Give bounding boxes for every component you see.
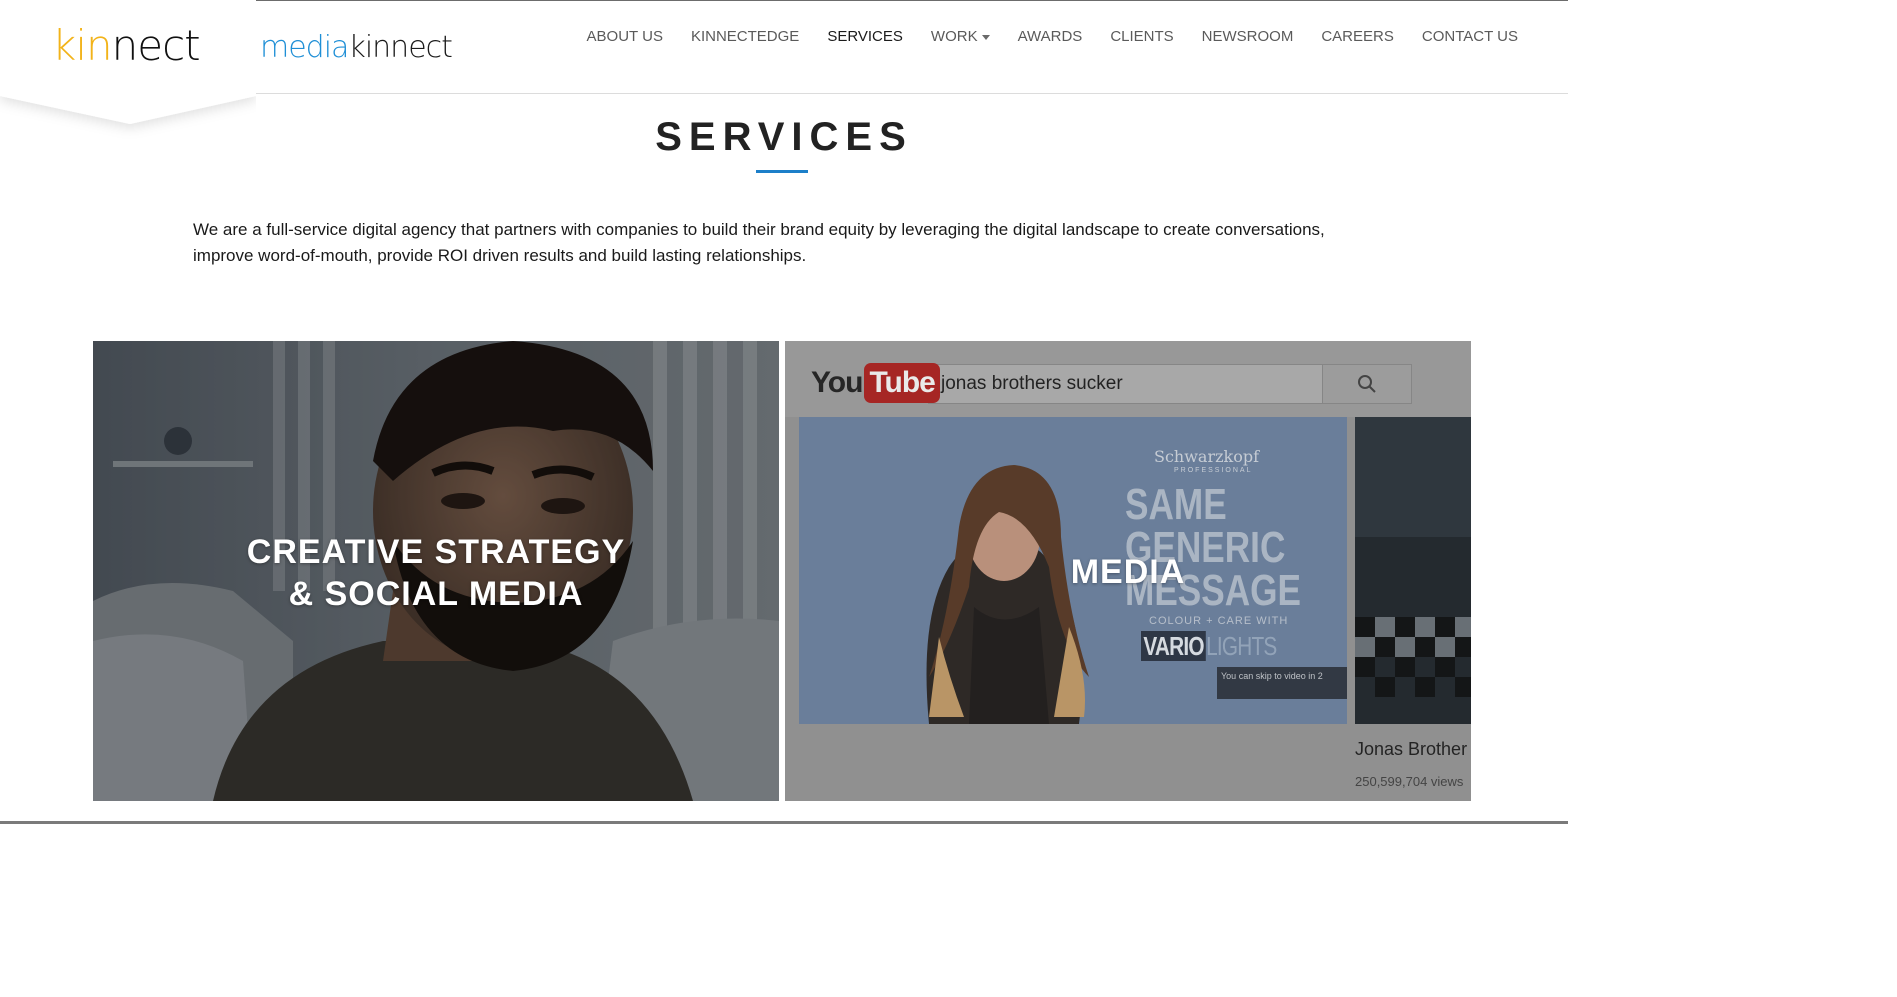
nav-label: NEWSROOM bbox=[1201, 28, 1294, 45]
nav-newsroom[interactable]: NEWSROOM bbox=[1188, 27, 1308, 47]
nav-label: AWARDS bbox=[1017, 28, 1083, 45]
nav-careers[interactable]: CAREERS bbox=[1307, 27, 1408, 47]
nav-kinnectedge[interactable]: KINNECTEDGE bbox=[677, 27, 813, 47]
nav-about-us[interactable]: ABOUT US bbox=[573, 27, 677, 47]
caret-down-icon bbox=[981, 35, 990, 40]
main-nav: ABOUT US KINNECTEDGE SERVICES WORK AWARD… bbox=[573, 27, 1532, 47]
title-underline bbox=[756, 170, 808, 173]
card-label-line-2: & SOCIAL MEDIA bbox=[288, 575, 584, 613]
nav-label: KINNECTEDGE bbox=[690, 28, 800, 45]
nav-label: ABOUT US bbox=[586, 28, 663, 45]
nav-label: WORK bbox=[930, 28, 978, 45]
intro-paragraph: We are a full-service digital agency tha… bbox=[193, 220, 1325, 265]
logo-text-kinnect: kinnect bbox=[348, 30, 452, 65]
nav-services[interactable]: SERVICES bbox=[813, 27, 917, 47]
nav-work[interactable]: WORK bbox=[917, 27, 1004, 47]
nav-label: CAREERS bbox=[1321, 28, 1394, 45]
logo-text-nect: nect bbox=[111, 21, 201, 70]
nav-clients[interactable]: CLIENTS bbox=[1096, 27, 1187, 47]
card-label-creative-strategy: CREATIVE STRATEGY & SOCIAL MEDIA bbox=[93, 531, 779, 615]
nav-label: CLIENTS bbox=[1110, 28, 1174, 45]
service-card-creative-strategy[interactable]: CREATIVE STRATEGY & SOCIAL MEDIA bbox=[93, 341, 779, 801]
nav-label: CONTACT US bbox=[1421, 28, 1518, 45]
logo-text-kin: kin bbox=[52, 21, 113, 70]
logo-text-media: media bbox=[260, 30, 349, 65]
card-label-media: MEDIA bbox=[1070, 553, 1186, 591]
kinnect-logo[interactable]: kinnect bbox=[52, 21, 201, 70]
nav-label: SERVICES bbox=[827, 28, 903, 45]
card-label-line-1: CREATIVE STRATEGY bbox=[246, 533, 626, 571]
service-card-media[interactable]: You Tube jonas brothers sucker Schwarzko… bbox=[785, 341, 1471, 801]
mediakinnect-logo[interactable]: mediakinnect bbox=[260, 30, 453, 65]
bottom-border bbox=[0, 821, 1568, 824]
nav-contact-us[interactable]: CONTACT US bbox=[1408, 27, 1532, 47]
nav-awards[interactable]: AWARDS bbox=[1004, 27, 1097, 47]
